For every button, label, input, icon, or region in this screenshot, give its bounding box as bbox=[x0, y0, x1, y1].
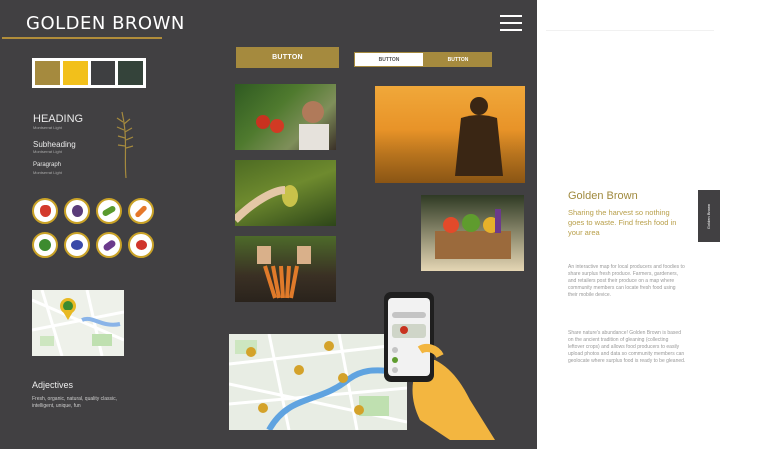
adjectives-text: Fresh, organic, natural, quality classic… bbox=[32, 396, 118, 409]
phone-in-hand bbox=[384, 292, 495, 440]
panel-description-2: Share nature's abundance! Golden Brown i… bbox=[568, 330, 686, 364]
photo-pear-harvest bbox=[235, 160, 336, 226]
swatch-gold bbox=[35, 61, 60, 85]
strawberry-icon bbox=[32, 198, 58, 224]
side-tab-label: Golden Brown bbox=[706, 203, 712, 229]
wheat-icon bbox=[116, 111, 134, 179]
panel-title: Golden Brown bbox=[568, 190, 638, 202]
panel-divider bbox=[546, 30, 714, 31]
adjectives-heading: Adjectives bbox=[32, 380, 74, 390]
panel-description-1: An interactive map for local producers a… bbox=[568, 264, 685, 298]
swatch-green bbox=[118, 61, 143, 85]
subheading-font-label: Montserrat Light bbox=[33, 149, 62, 154]
broccoli-icon bbox=[32, 232, 58, 258]
brand-underline bbox=[2, 37, 162, 39]
blackberry-icon bbox=[64, 198, 90, 224]
panel-tagline: Sharing the harvest so nothing goes to w… bbox=[568, 208, 677, 237]
button-group-left[interactable]: BUTTON bbox=[354, 52, 424, 67]
menu-icon[interactable] bbox=[500, 15, 522, 33]
typography-heading: HEADING bbox=[33, 113, 84, 125]
primary-button-sample[interactable]: BUTTON bbox=[236, 47, 339, 68]
blueberry-icon bbox=[64, 232, 90, 258]
button-group-sample: BUTTON BUTTON bbox=[354, 52, 492, 67]
photo-farmer-sunset bbox=[375, 86, 525, 183]
cherry-icon bbox=[128, 232, 154, 258]
typography-subheading: Subheading bbox=[33, 140, 76, 149]
pea-pod-icon bbox=[96, 198, 122, 224]
swatch-charcoal bbox=[90, 61, 116, 85]
map-thumbnail bbox=[31, 289, 125, 357]
swatch-yellow bbox=[62, 61, 88, 85]
produce-icon-grid bbox=[32, 198, 154, 258]
brand-title: GOLDEN BROWN bbox=[26, 13, 185, 34]
button-group-right[interactable]: BUTTON bbox=[424, 52, 492, 67]
paragraph-font-label: Montserrat Light bbox=[33, 170, 62, 175]
photo-vegetable-crate bbox=[421, 195, 524, 271]
color-palette bbox=[32, 58, 146, 88]
photo-carrot-harvest bbox=[235, 236, 336, 302]
moodboard: GOLDEN BROWN HEADING Montserrat Light Su… bbox=[0, 0, 537, 449]
eggplant-icon bbox=[96, 232, 122, 258]
carrot-icon bbox=[128, 198, 154, 224]
photo-tomato-farmer bbox=[235, 84, 336, 150]
typography-paragraph: Paragraph bbox=[33, 162, 62, 168]
panel-side-tab[interactable]: Golden Brown bbox=[698, 190, 720, 242]
heading-font-label: Montserrat Light bbox=[33, 125, 62, 130]
